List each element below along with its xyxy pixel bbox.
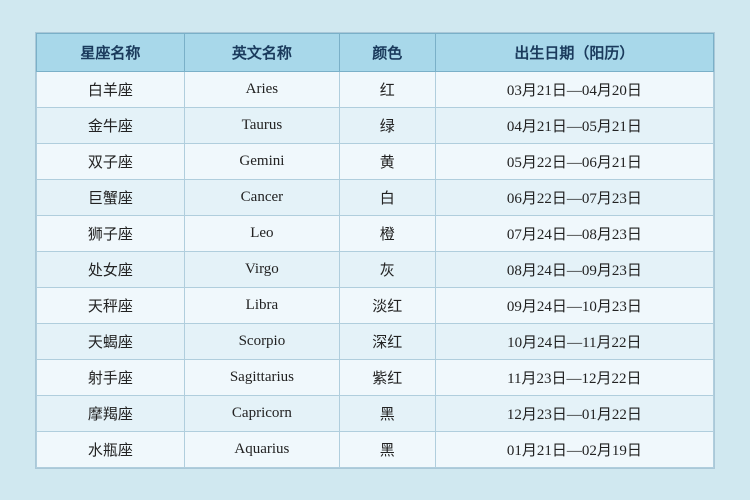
header-birth-date: 出生日期（阳历）: [435, 33, 713, 71]
cell-dates: 04月21日—05月21日: [435, 107, 713, 143]
zodiac-table: 星座名称 英文名称 颜色 出生日期（阳历） 白羊座Aries红03月21日—04…: [36, 33, 714, 468]
cell-chinese-name: 白羊座: [37, 71, 185, 107]
table-row: 金牛座Taurus绿04月21日—05月21日: [37, 107, 714, 143]
table-row: 双子座Gemini黄05月22日—06月21日: [37, 143, 714, 179]
cell-chinese-name: 天秤座: [37, 287, 185, 323]
table-row: 巨蟹座Cancer白06月22日—07月23日: [37, 179, 714, 215]
cell-chinese-name: 双子座: [37, 143, 185, 179]
cell-english-name: Leo: [184, 215, 339, 251]
cell-color: 淡红: [339, 287, 435, 323]
cell-dates: 10月24日—11月22日: [435, 323, 713, 359]
header-color: 颜色: [339, 33, 435, 71]
table-row: 狮子座Leo橙07月24日—08月23日: [37, 215, 714, 251]
table-row: 摩羯座Capricorn黑12月23日—01月22日: [37, 395, 714, 431]
cell-color: 紫红: [339, 359, 435, 395]
cell-chinese-name: 金牛座: [37, 107, 185, 143]
table-header-row: 星座名称 英文名称 颜色 出生日期（阳历）: [37, 33, 714, 71]
cell-color: 红: [339, 71, 435, 107]
table-row: 水瓶座Aquarius黑01月21日—02月19日: [37, 431, 714, 467]
header-english-name: 英文名称: [184, 33, 339, 71]
cell-english-name: Capricorn: [184, 395, 339, 431]
cell-dates: 01月21日—02月19日: [435, 431, 713, 467]
cell-dates: 09月24日—10月23日: [435, 287, 713, 323]
cell-dates: 11月23日—12月22日: [435, 359, 713, 395]
cell-chinese-name: 巨蟹座: [37, 179, 185, 215]
cell-color: 深红: [339, 323, 435, 359]
cell-chinese-name: 狮子座: [37, 215, 185, 251]
cell-chinese-name: 水瓶座: [37, 431, 185, 467]
cell-color: 灰: [339, 251, 435, 287]
table-row: 白羊座Aries红03月21日—04月20日: [37, 71, 714, 107]
cell-color: 黄: [339, 143, 435, 179]
cell-dates: 08月24日—09月23日: [435, 251, 713, 287]
cell-chinese-name: 摩羯座: [37, 395, 185, 431]
table-row: 天秤座Libra淡红09月24日—10月23日: [37, 287, 714, 323]
cell-dates: 06月22日—07月23日: [435, 179, 713, 215]
table-row: 处女座Virgo灰08月24日—09月23日: [37, 251, 714, 287]
cell-color: 绿: [339, 107, 435, 143]
cell-english-name: Virgo: [184, 251, 339, 287]
table-row: 天蝎座Scorpio深红10月24日—11月22日: [37, 323, 714, 359]
cell-dates: 07月24日—08月23日: [435, 215, 713, 251]
cell-english-name: Libra: [184, 287, 339, 323]
cell-english-name: Aries: [184, 71, 339, 107]
cell-color: 白: [339, 179, 435, 215]
header-chinese-name: 星座名称: [37, 33, 185, 71]
cell-chinese-name: 射手座: [37, 359, 185, 395]
cell-color: 黑: [339, 431, 435, 467]
cell-dates: 12月23日—01月22日: [435, 395, 713, 431]
cell-color: 橙: [339, 215, 435, 251]
cell-english-name: Gemini: [184, 143, 339, 179]
cell-english-name: Sagittarius: [184, 359, 339, 395]
cell-english-name: Aquarius: [184, 431, 339, 467]
cell-color: 黑: [339, 395, 435, 431]
cell-english-name: Scorpio: [184, 323, 339, 359]
cell-chinese-name: 处女座: [37, 251, 185, 287]
table-row: 射手座Sagittarius紫红11月23日—12月22日: [37, 359, 714, 395]
cell-chinese-name: 天蝎座: [37, 323, 185, 359]
cell-dates: 03月21日—04月20日: [435, 71, 713, 107]
table-body: 白羊座Aries红03月21日—04月20日金牛座Taurus绿04月21日—0…: [37, 71, 714, 467]
zodiac-table-container: 星座名称 英文名称 颜色 出生日期（阳历） 白羊座Aries红03月21日—04…: [35, 32, 715, 469]
cell-dates: 05月22日—06月21日: [435, 143, 713, 179]
cell-english-name: Cancer: [184, 179, 339, 215]
cell-english-name: Taurus: [184, 107, 339, 143]
